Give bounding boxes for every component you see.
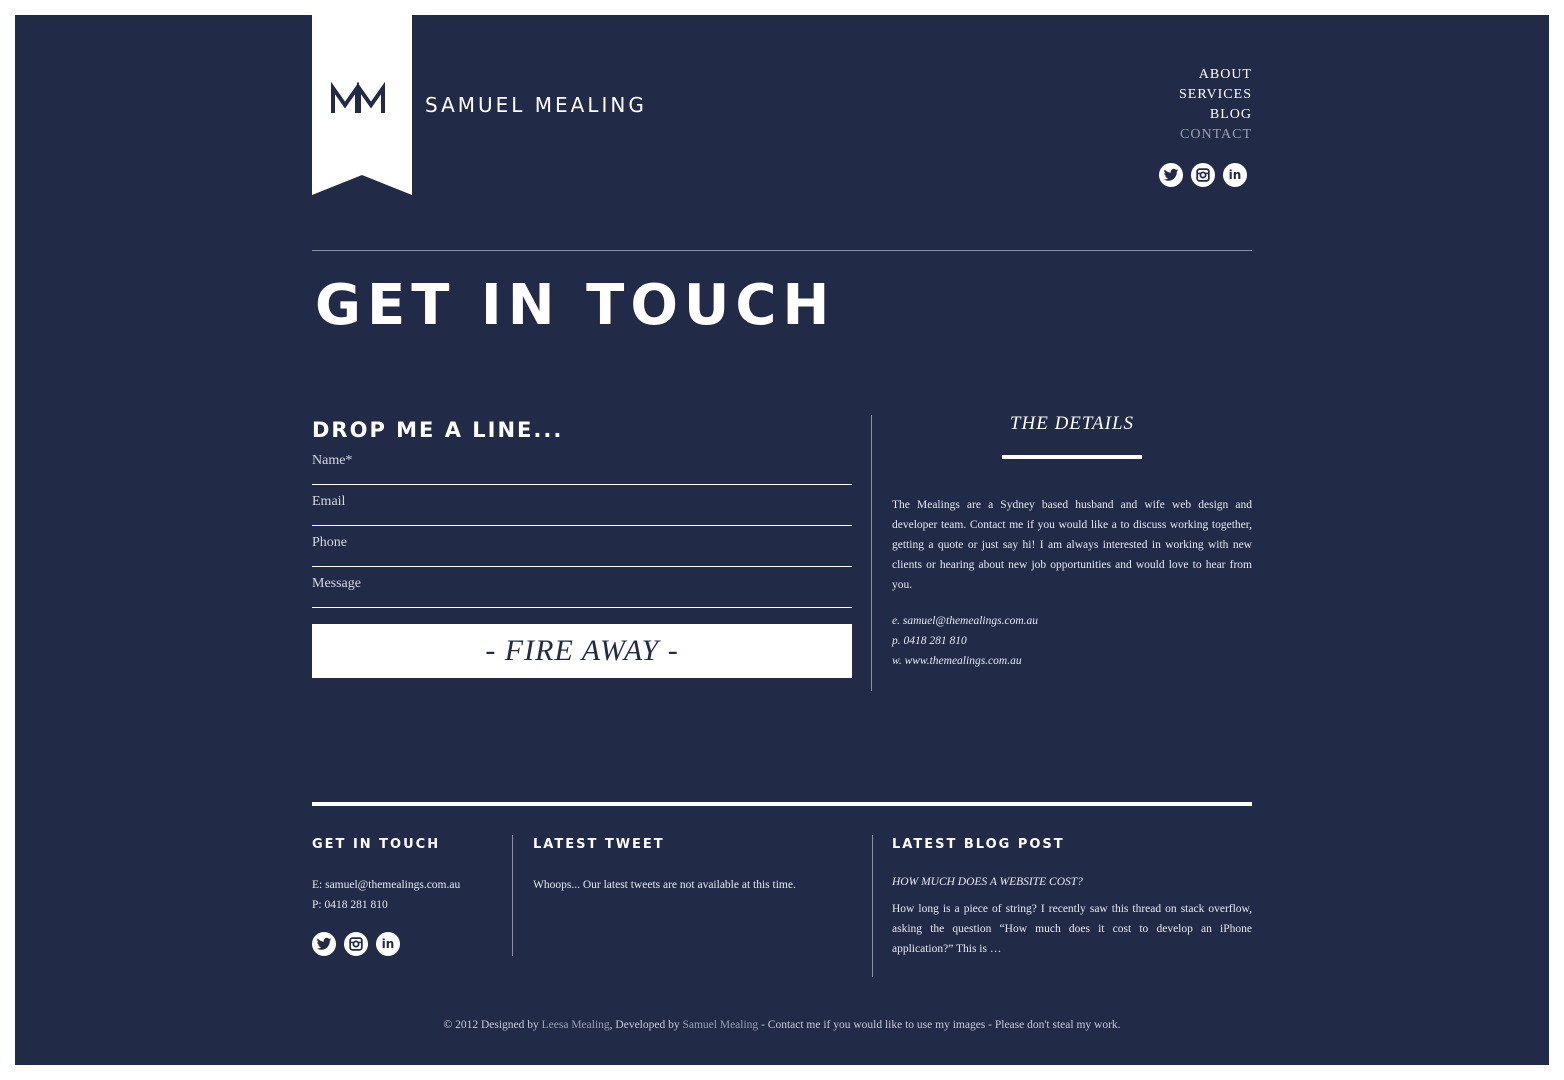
main-nav: ABOUT SERVICES BLOG CONTACT [1179, 65, 1252, 145]
logo-ribbon[interactable] [312, 15, 412, 195]
details-email[interactable]: e. samuel@themealings.com.au [892, 615, 1038, 627]
footer-social: in [312, 932, 400, 956]
copyright-suffix: - Contact me if you would like to use my… [758, 1019, 1121, 1031]
linkedin-icon[interactable]: in [376, 932, 400, 956]
form-title: DROP ME A LINE... [312, 418, 564, 442]
copyright-prefix: © 2012 Designed by [443, 1019, 542, 1031]
details-title: THE DETAILS [1009, 413, 1135, 434]
blog-post-excerpt: How long is a piece of string? I recentl… [892, 903, 1252, 955]
linkedin-glyph: in [381, 937, 395, 951]
footer-divider-1 [512, 835, 513, 956]
brand-name[interactable]: SAMUEL MEALING [425, 93, 647, 117]
page-frame: SAMUEL MEALING ABOUT SERVICES BLOG CONTA… [15, 15, 1549, 1065]
footer-touch-title: GET IN TOUCH [312, 837, 441, 852]
footer-tweet-text: Whoops... Our latest tweets are not avai… [533, 879, 796, 891]
details-website[interactable]: w. www.themealings.com.au [892, 655, 1022, 667]
footer-divider-2 [872, 835, 873, 977]
footer-divider [312, 802, 1252, 806]
twitter-icon[interactable] [312, 932, 336, 956]
twitter-icon[interactable] [1159, 163, 1183, 187]
footer-blog-title: LATEST BLOG POST [892, 837, 1065, 852]
fire-away-button[interactable]: - FIRE AWAY - [312, 624, 852, 678]
instagram-icon[interactable] [1191, 163, 1215, 187]
linkedin-glyph: in [1228, 168, 1242, 182]
email-field[interactable]: Email [312, 486, 852, 526]
blog-post-title[interactable]: HOW MUCH DOES A WEBSITE COST? [892, 876, 1083, 888]
form-details-divider [871, 415, 872, 691]
name-field[interactable]: Name* [312, 445, 852, 485]
details-underline [1002, 455, 1142, 459]
copyright-middle: , Developed by [609, 1019, 683, 1031]
message-field[interactable]: Message [312, 568, 852, 608]
nav-item-blog[interactable]: BLOG [1179, 105, 1252, 125]
designer-link[interactable]: Leesa Mealing [542, 1019, 610, 1031]
nav-item-contact[interactable]: CONTACT [1179, 125, 1252, 145]
page-title: GET IN TOUCH [315, 273, 836, 338]
footer-email[interactable]: E: samuel@themealings.com.au [312, 875, 460, 895]
details-body: The Mealings are a Sydney based husband … [892, 499, 1252, 591]
phone-field[interactable]: Phone [312, 527, 852, 567]
details-phone: p. 0418 281 810 [892, 635, 967, 647]
nav-item-services[interactable]: SERVICES [1179, 85, 1252, 105]
nav-item-about[interactable]: ABOUT [1179, 65, 1252, 85]
footer-phone: P: 0418 281 810 [312, 899, 388, 911]
footer-tweet-title: LATEST TWEET [533, 837, 665, 852]
header-divider [312, 250, 1252, 251]
copyright: © 2012 Designed by Leesa Mealing, Develo… [15, 1019, 1549, 1031]
developer-link[interactable]: Samuel Mealing [682, 1019, 758, 1031]
linkedin-icon[interactable]: in [1223, 163, 1247, 187]
header-social: in [1159, 163, 1247, 187]
instagram-icon[interactable] [344, 932, 368, 956]
